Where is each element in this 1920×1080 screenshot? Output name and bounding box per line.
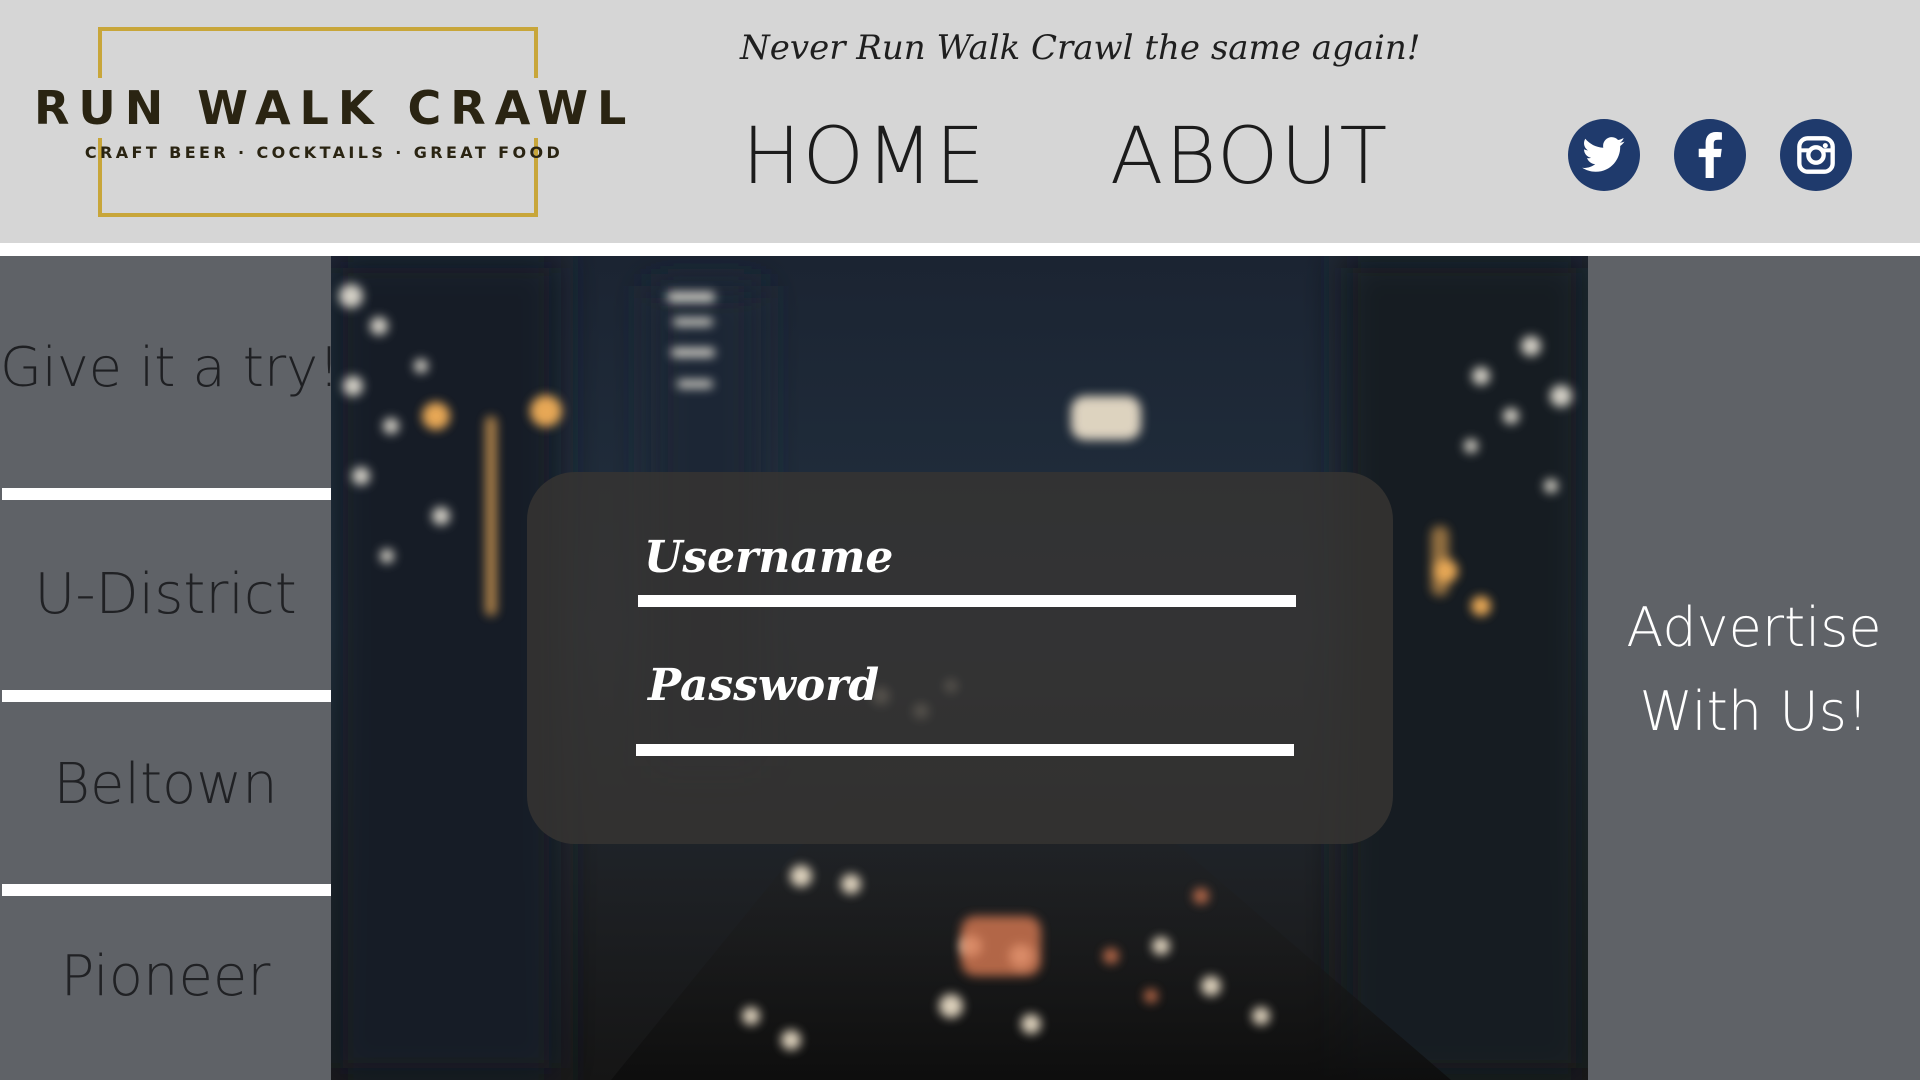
sidebar-item-pioneer[interactable]: Pioneer bbox=[0, 944, 331, 1009]
advertise-link[interactable]: Advertise With Us! bbox=[1588, 586, 1920, 754]
site-header: RUN WALK CRAWL CRAFT BEER · COCKTAILS · … bbox=[0, 0, 1920, 243]
instagram-icon[interactable] bbox=[1780, 119, 1852, 191]
advertise-line-1: Advertise bbox=[1626, 596, 1882, 659]
facebook-icon[interactable] bbox=[1674, 119, 1746, 191]
sidebar-item-u-district[interactable]: U-District bbox=[0, 562, 331, 627]
nav-home-link[interactable]: HOME bbox=[742, 112, 987, 202]
password-label: Password bbox=[648, 660, 880, 711]
logo-subtitle: CRAFT BEER · COCKTAILS · GREAT FOOD bbox=[84, 143, 564, 162]
advertise-sidebar: Advertise With Us! bbox=[1588, 256, 1920, 1080]
twitter-icon[interactable] bbox=[1568, 119, 1640, 191]
advertise-line-2: With Us! bbox=[1639, 680, 1869, 743]
header-divider bbox=[0, 243, 1920, 256]
sidebar-divider bbox=[2, 488, 333, 500]
password-input[interactable] bbox=[636, 744, 1294, 756]
neighborhood-sidebar: Give it a try! U-District Beltown Pionee… bbox=[0, 256, 340, 1080]
sidebar-item-beltown[interactable]: Beltown bbox=[0, 752, 331, 817]
username-input[interactable] bbox=[638, 595, 1296, 607]
sidebar-divider bbox=[2, 690, 333, 702]
nav-about-link[interactable]: ABOUT bbox=[1110, 112, 1389, 202]
login-panel: Username Password bbox=[527, 472, 1393, 844]
tagline: Never Run Walk Crawl the same again! bbox=[740, 28, 1421, 68]
sidebar-item-give-it-a-try[interactable]: Give it a try! bbox=[0, 336, 340, 399]
logo-title[interactable]: RUN WALK CRAWL bbox=[34, 78, 626, 138]
sidebar-divider bbox=[2, 884, 333, 896]
username-label: Username bbox=[644, 532, 894, 583]
